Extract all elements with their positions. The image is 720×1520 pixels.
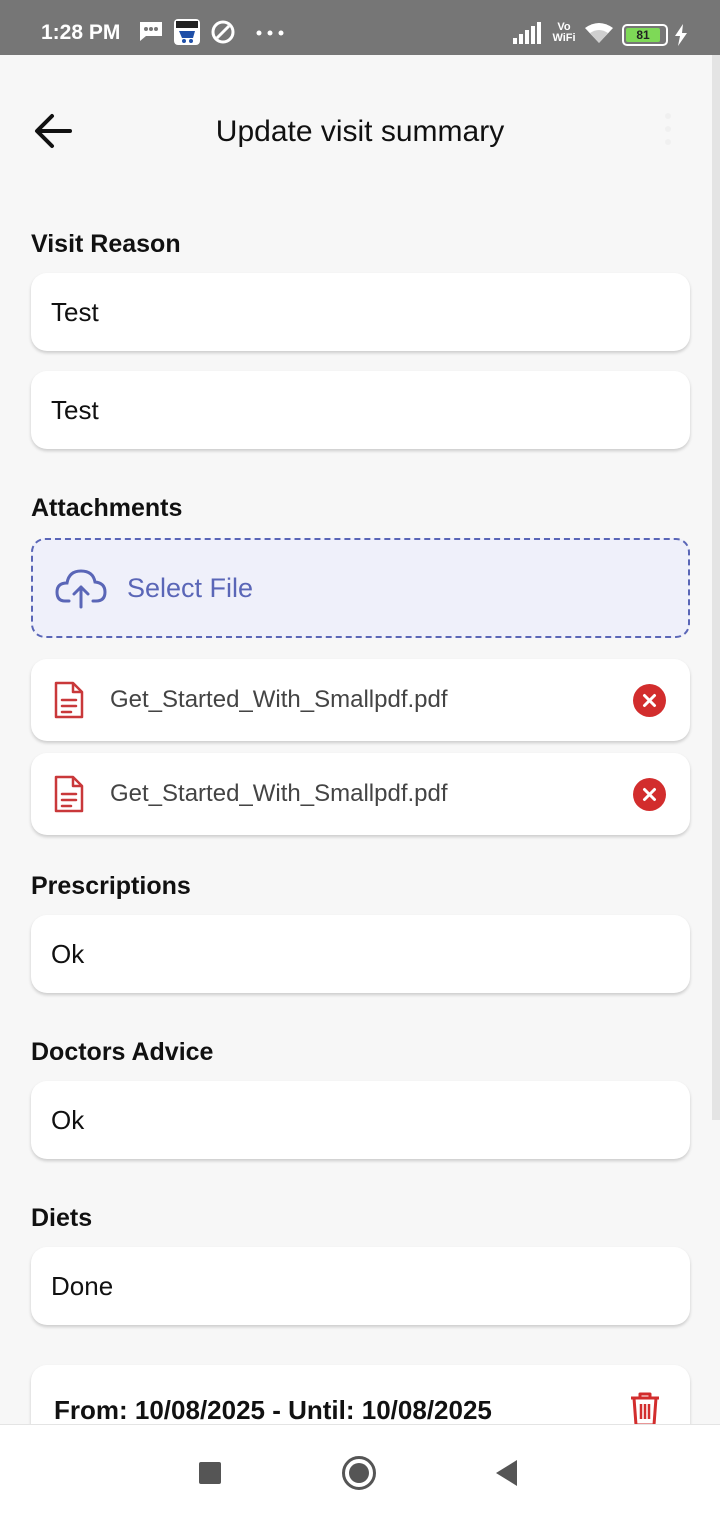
at-icon xyxy=(211,20,235,44)
prescriptions-input[interactable]: Ok xyxy=(31,915,690,993)
page-title: Update visit summary xyxy=(215,115,505,148)
remove-attachment-icon[interactable] xyxy=(633,778,666,811)
visit-summary-screen: Update visit summary Visit Reason Test T… xyxy=(0,55,720,1424)
attachment-item: Get_Started_With_Smallpdf.pdf xyxy=(31,753,690,835)
status-time: 1:28 PM xyxy=(41,21,121,44)
more-dots-icon xyxy=(256,30,284,36)
trash-icon[interactable] xyxy=(629,1391,661,1424)
remove-attachment-icon[interactable] xyxy=(633,684,666,717)
amazon-icon xyxy=(174,19,200,45)
more-vertical-icon[interactable] xyxy=(660,110,676,150)
system-navigation-bar xyxy=(0,1424,720,1520)
wifi-icon xyxy=(585,23,613,43)
scrollbar[interactable] xyxy=(712,55,720,1120)
visit-reason-detail-input[interactable]: Test xyxy=(31,371,690,449)
diet-date-range-card: From: 10/08/2025 - Until: 10/08/2025 xyxy=(31,1365,690,1424)
file-pdf-icon xyxy=(54,775,84,813)
prescriptions-label: Prescriptions xyxy=(31,872,191,900)
battery-level: 81 xyxy=(626,28,660,42)
message-icon xyxy=(140,22,162,41)
app-header: Update visit summary xyxy=(0,55,720,205)
select-file-label: Select File xyxy=(127,572,254,603)
vowifi-bottom: WiFi xyxy=(552,32,576,44)
visit-reason-label: Visit Reason xyxy=(31,230,181,258)
select-file-button[interactable]: Select File xyxy=(31,538,690,638)
file-pdf-icon xyxy=(54,681,84,719)
cloud-upload-icon xyxy=(55,569,107,609)
recent-apps-icon[interactable] xyxy=(198,1461,222,1485)
status-bar: 1:28 PM Vo WiFi 81 xyxy=(0,0,720,55)
diets-label: Diets xyxy=(31,1204,93,1232)
battery-icon: 81 xyxy=(622,24,668,46)
diets-input[interactable]: Done xyxy=(31,1247,690,1325)
attachment-item: Get_Started_With_Smallpdf.pdf xyxy=(31,659,690,741)
doctors-advice-label: Doctors Advice xyxy=(31,1038,214,1066)
home-icon[interactable] xyxy=(341,1455,377,1491)
vowifi-icon: Vo WiFi xyxy=(550,22,578,44)
attachment-file-name: Get_Started_With_Smallpdf.pdf xyxy=(110,780,448,807)
signal-icon xyxy=(513,22,541,44)
attachments-label: Attachments xyxy=(31,494,183,522)
back-nav-icon[interactable] xyxy=(494,1459,518,1487)
visit-reason-input[interactable]: Test xyxy=(31,273,690,351)
charging-icon xyxy=(675,24,687,46)
diet-date-range: From: 10/08/2025 - Until: 10/08/2025 xyxy=(54,1395,492,1424)
doctors-advice-input[interactable]: Ok xyxy=(31,1081,690,1159)
attachment-file-name: Get_Started_With_Smallpdf.pdf xyxy=(110,686,448,713)
